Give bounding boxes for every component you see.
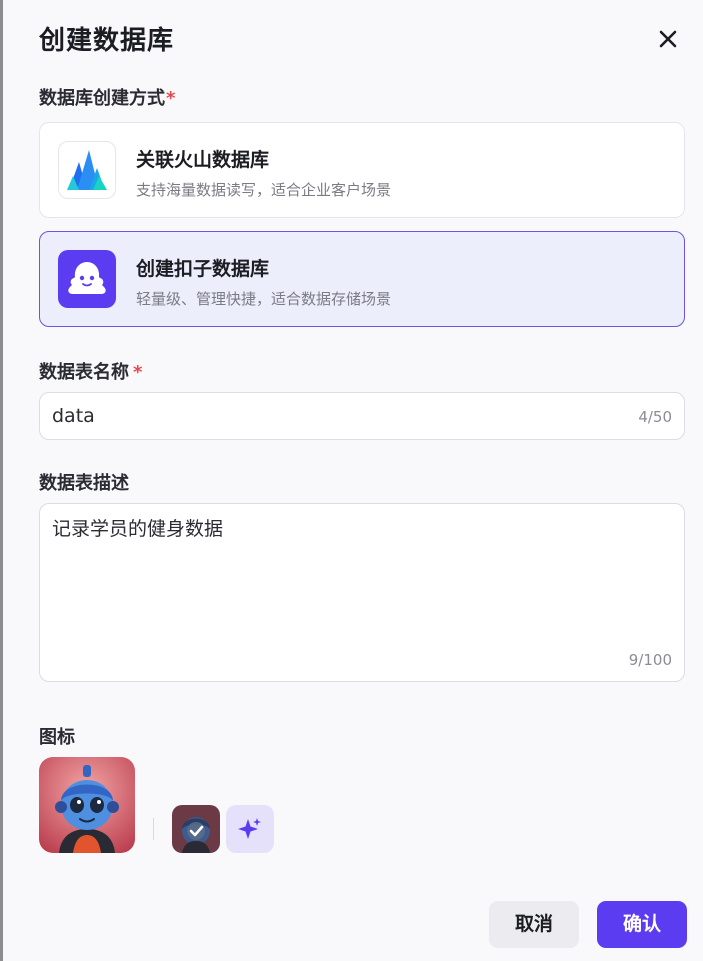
icon-divider (153, 818, 154, 840)
close-icon[interactable] (653, 24, 683, 54)
required-mark: * (133, 362, 143, 383)
robot-avatar-icon[interactable] (39, 757, 135, 853)
table-name-counter: 4/50 (638, 408, 672, 426)
option-volcano-database[interactable]: 关联火山数据库 支持海量数据读写，适合企业客户场景 (39, 122, 685, 218)
ai-generate-icon-button[interactable] (226, 805, 274, 853)
sparkle-icon (238, 818, 261, 839)
table-desc-label: 数据表描述 (39, 473, 129, 494)
table-name-value[interactable]: data (52, 405, 95, 427)
table-name-label: 数据表名称 * (39, 362, 143, 383)
method-label: 数据库创建方式* (39, 88, 176, 109)
option-desc: 轻量级、管理快捷，适合数据存储场景 (136, 290, 392, 308)
option-name: 关联火山数据库 (136, 149, 270, 171)
option-name: 创建扣子数据库 (136, 258, 270, 280)
create-database-dialog: 创建数据库 数据库创建方式* 关联火山数据库 支持海量数据读写，适合企业客户场景 (3, 0, 703, 961)
cancel-button[interactable]: 取消 (489, 901, 579, 948)
table-desc-textarea[interactable]: 记录学员的健身数据 9/100 (39, 503, 685, 682)
table-desc-value[interactable]: 记录学员的健身数据 (52, 514, 223, 541)
robot-avatar-selected-icon[interactable] (172, 805, 220, 853)
table-desc-counter: 9/100 (628, 651, 672, 669)
dialog-title: 创建数据库 (39, 26, 175, 56)
table-name-input[interactable]: data 4/50 (39, 392, 685, 440)
confirm-button[interactable]: 确认 (597, 901, 687, 948)
option-coze-database[interactable]: 创建扣子数据库 轻量级、管理快捷，适合数据存储场景 (39, 231, 685, 327)
option-desc: 支持海量数据读写，适合企业客户场景 (136, 181, 392, 199)
required-mark: * (166, 88, 176, 109)
icon-label: 图标 (39, 727, 75, 748)
coze-ghost-logo-icon (58, 250, 116, 308)
volcano-logo-icon (58, 141, 116, 199)
